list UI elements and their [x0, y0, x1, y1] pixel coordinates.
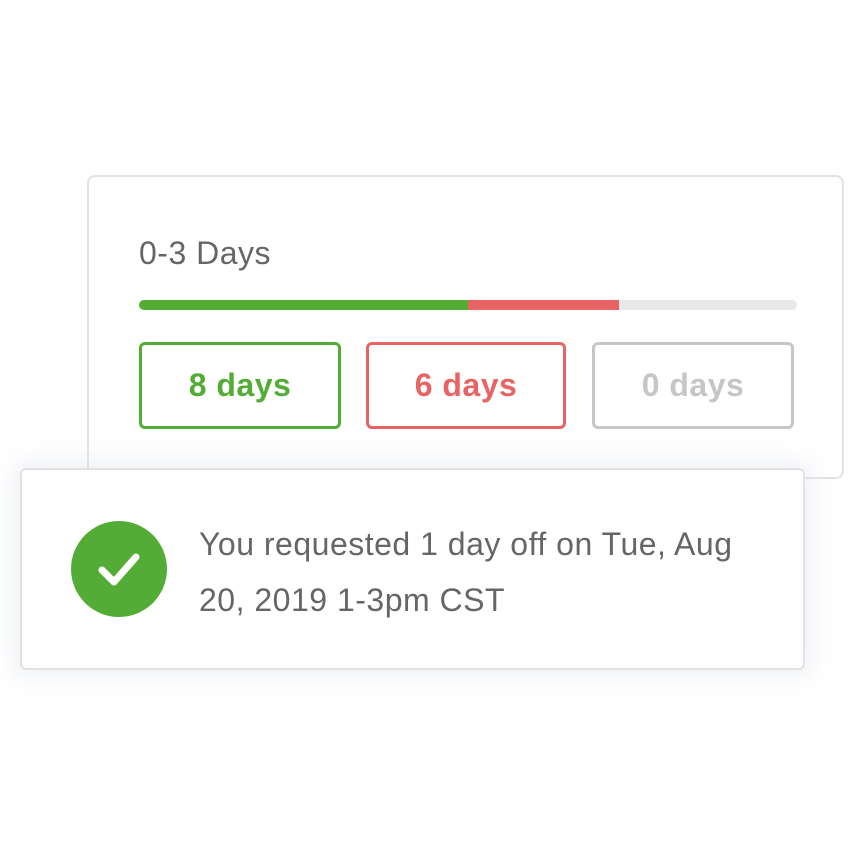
progress-used-segment: [139, 300, 468, 310]
time-off-balance-card: 0-3 Days 8 days 6 days 0 days: [87, 175, 844, 479]
progress-pending-segment: [468, 300, 620, 310]
toast-message: You requested 1 day off on Tue, Aug 20, …: [199, 526, 733, 618]
checkmark-circle-icon: [71, 521, 167, 617]
pending-days-pill[interactable]: 6 days: [366, 342, 566, 429]
remaining-days-pill[interactable]: 0 days: [592, 342, 794, 429]
balance-progress-bar: [139, 300, 797, 310]
used-days-pill[interactable]: 8 days: [139, 342, 341, 429]
range-label: 0-3 Days: [139, 235, 272, 271]
request-confirmation-toast: You requested 1 day off on Tue, Aug 20, …: [20, 468, 805, 670]
